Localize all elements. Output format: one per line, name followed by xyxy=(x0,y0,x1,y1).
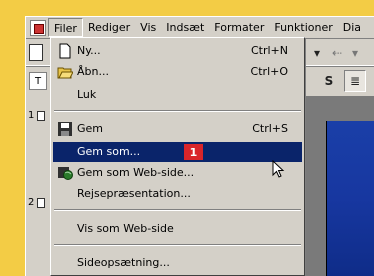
menu-item-pack-and-go[interactable]: Rejsepræsentation... xyxy=(53,184,302,204)
menu-separator xyxy=(54,244,301,246)
menu-formater[interactable]: Formater xyxy=(209,18,269,37)
menu-separator xyxy=(54,209,301,211)
menu-item-label: Vis som Web-side xyxy=(77,222,174,235)
new-document-icon[interactable] xyxy=(29,44,43,61)
slide-canvas[interactable] xyxy=(326,121,374,276)
menu-item-shortcut: Ctrl+O xyxy=(250,65,288,78)
slide-pane: 1 2 xyxy=(26,96,52,276)
dropdown-arrow-icon-2[interactable]: ▾ xyxy=(344,42,366,64)
dropdown-arrow-icon[interactable]: ▾ xyxy=(306,42,328,64)
menu-rediger[interactable]: Rediger xyxy=(83,18,135,37)
menu-item-label: Ny... xyxy=(77,44,101,57)
font-box[interactable]: T xyxy=(29,72,47,90)
menu-item-label: Sideopsætning... xyxy=(77,256,170,269)
shadow-text-button[interactable]: S xyxy=(318,70,340,92)
menu-item-label: Luk xyxy=(77,88,97,101)
menu-item-open[interactable]: Åbn... Ctrl+O xyxy=(53,62,302,82)
menu-item-save-web[interactable]: Gem som Web-side... xyxy=(53,163,302,183)
save-web-icon xyxy=(58,167,73,180)
open-folder-icon xyxy=(57,67,73,79)
menu-vis[interactable]: Vis xyxy=(135,18,161,37)
menu-item-shortcut: Ctrl+N xyxy=(250,44,288,57)
slide-thumb-icon-2[interactable] xyxy=(37,198,45,208)
menu-item-close[interactable]: Luk xyxy=(53,85,302,105)
menu-indsaet[interactable]: Indsæt xyxy=(161,18,209,37)
slide-number-1[interactable]: 1 xyxy=(28,110,34,121)
menu-item-shortcut: Ctrl+S xyxy=(252,122,288,135)
menu-item-page-setup[interactable]: Sideopsætning... xyxy=(53,253,302,273)
menu-item-new[interactable]: Ny... Ctrl+N xyxy=(53,41,302,61)
menu-item-label: Gem som... xyxy=(77,145,141,158)
menu-item-label: Åbn... xyxy=(77,65,109,78)
menu-item-label: Gem xyxy=(77,122,104,135)
menu-separator xyxy=(54,110,301,112)
menu-bar: Filer Rediger Vis Indsæt Formater Funkti… xyxy=(26,17,374,39)
slide-thumb-icon[interactable] xyxy=(37,111,45,121)
step-badge: 1 xyxy=(184,144,203,160)
app-control-icon[interactable] xyxy=(30,19,46,36)
menu-filer[interactable]: Filer xyxy=(48,18,83,37)
menu-item-label: Rejsepræsentation... xyxy=(77,187,191,200)
menu-item-save-as[interactable]: Gem som... 1 xyxy=(53,142,302,162)
menu-item-web-preview[interactable]: Vis som Web-side xyxy=(53,219,302,239)
mouse-pointer-icon xyxy=(272,160,285,178)
file-menu-dropdown: Ny... Ctrl+N Åbn... Ctrl+O Luk Gem Ctrl+… xyxy=(50,37,305,276)
menu-dias[interactable]: Dia xyxy=(338,18,366,37)
new-document-icon xyxy=(59,43,71,59)
align-left-button[interactable]: ≣ xyxy=(344,70,366,92)
slide-number-2[interactable]: 2 xyxy=(28,197,34,208)
save-disk-icon xyxy=(58,122,72,136)
menu-funktioner[interactable]: Funktioner xyxy=(269,18,337,37)
menu-item-label: Gem som Web-side... xyxy=(77,166,195,179)
menu-item-save[interactable]: Gem Ctrl+S xyxy=(53,119,302,139)
